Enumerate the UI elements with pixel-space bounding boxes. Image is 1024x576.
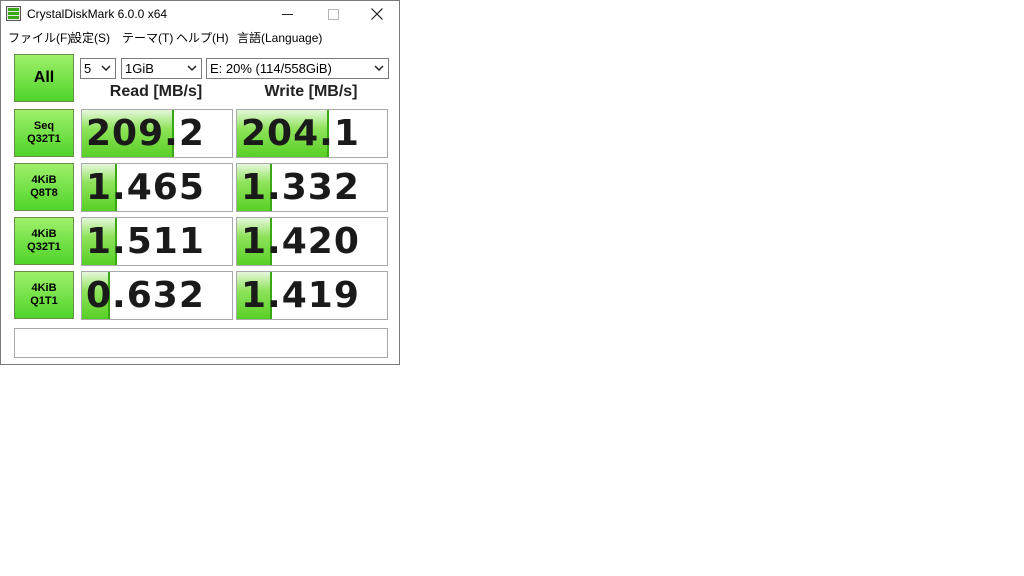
- app-icon: [6, 6, 21, 21]
- test-label-line2: Q8T8: [30, 187, 58, 199]
- read-result: 209.2: [81, 109, 233, 158]
- menu-theme[interactable]: テーマ(T): [122, 29, 173, 46]
- test-button-4kib-q1t1[interactable]: 4KiB Q1T1: [14, 271, 74, 319]
- read-value: 209.2: [86, 113, 205, 154]
- write-result: 1.332: [236, 163, 388, 212]
- minimize-icon: [281, 13, 293, 15]
- test-label-line2: Q1T1: [30, 295, 58, 307]
- menu-bar: ファイル(F) 設定(S) テーマ(T) ヘルプ(H) 言語(Language): [1, 27, 399, 46]
- title-bar[interactable]: CrystalDiskMark 6.0.0 x64: [1, 1, 399, 27]
- test-size-select[interactable]: 1GiB: [121, 58, 202, 79]
- write-result: 1.420: [236, 217, 388, 266]
- menu-help[interactable]: ヘルプ(H): [176, 29, 229, 46]
- write-value: 204.1: [241, 113, 360, 154]
- read-value: 0.632: [86, 275, 205, 316]
- minimize-button[interactable]: [264, 1, 310, 27]
- read-header: Read [MB/s]: [109, 83, 203, 100]
- test-label-line2: Q32T1: [27, 133, 61, 145]
- write-value: 1.419: [241, 275, 360, 316]
- main-panel: All 5 1GiB E: 20% (114/558GiB) Read [MB/…: [1, 46, 399, 364]
- test-label-line2: Q32T1: [27, 241, 61, 253]
- test-count-value: 5: [84, 61, 92, 76]
- write-result: 1.419: [236, 271, 388, 320]
- comment-field[interactable]: [14, 328, 388, 358]
- chevron-down-icon: [187, 65, 197, 72]
- drive-select[interactable]: E: 20% (114/558GiB): [206, 58, 389, 79]
- chevron-down-icon: [374, 65, 384, 72]
- test-label-line1: 4KiB: [31, 228, 57, 240]
- drive-value: E: 20% (114/558GiB): [210, 61, 332, 76]
- test-button-4kib-q32t1[interactable]: 4KiB Q32T1: [14, 217, 74, 265]
- test-label-line1: 4KiB: [31, 174, 57, 186]
- close-icon: [371, 8, 383, 20]
- read-result: 0.632: [81, 271, 233, 320]
- read-result: 1.511: [81, 217, 233, 266]
- read-value: 1.465: [86, 167, 205, 208]
- chevron-down-icon: [101, 65, 111, 72]
- window-title: CrystalDiskMark 6.0.0 x64: [27, 7, 168, 21]
- menu-file[interactable]: ファイル(F): [8, 29, 71, 46]
- write-value: 1.332: [241, 167, 360, 208]
- all-button[interactable]: All: [14, 54, 74, 102]
- maximize-button[interactable]: [310, 1, 356, 27]
- menu-settings[interactable]: 設定(S): [70, 29, 110, 46]
- test-size-value: 1GiB: [125, 61, 154, 76]
- write-result: 204.1: [236, 109, 388, 158]
- write-value: 1.420: [241, 221, 360, 262]
- read-result: 1.465: [81, 163, 233, 212]
- test-button-seq-q32t1[interactable]: Seq Q32T1: [14, 109, 74, 157]
- test-button-4kib-q8t8[interactable]: 4KiB Q8T8: [14, 163, 74, 211]
- test-label-line1: 4KiB: [31, 282, 57, 294]
- close-button[interactable]: [354, 1, 400, 27]
- write-header: Write [MB/s]: [264, 83, 358, 100]
- menu-language[interactable]: 言語(Language): [237, 29, 322, 46]
- maximize-icon: [327, 8, 339, 20]
- test-label-line1: Seq: [33, 120, 55, 132]
- crystaldiskmark-window: CrystalDiskMark 6.0.0 x64 ファイル(F) 設定(S) …: [0, 0, 400, 365]
- read-value: 1.511: [86, 221, 205, 262]
- test-count-select[interactable]: 5: [80, 58, 116, 79]
